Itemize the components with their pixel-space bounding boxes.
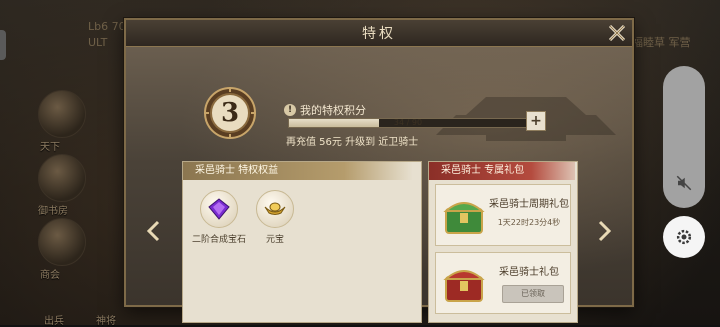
gift-name: 采邑骑士礼包 (499, 267, 559, 278)
mute-icon[interactable] (675, 174, 693, 192)
privilege-label: 元宝 (265, 235, 284, 245)
prev-arrow-button[interactable] (144, 219, 162, 243)
dialog-title: 特权 (362, 26, 396, 42)
gifts-panel: 采邑骑士 专属礼包 采邑骑士周期礼包 1天22时23分4秒 采邑骑士礼包 已领取 (428, 161, 578, 323)
privilege-label: 二阶合成宝石 (191, 235, 246, 245)
gifts-header: 采邑骑士 专属礼包 (429, 162, 575, 180)
points-label-text: 我的特权积分 (300, 104, 366, 117)
privilege-item[interactable]: 二阶合成宝石 (189, 190, 249, 245)
settings-button[interactable] (663, 216, 705, 258)
close-button[interactable] (604, 20, 630, 46)
bg-menu-label: 御书房 (38, 206, 68, 217)
chevron-right-icon (598, 220, 612, 242)
gift-name: 采邑骑士周期礼包 (489, 199, 569, 210)
bg-left-menu: 天下 御书房 商会 (0, 30, 95, 325)
privilege-points-label[interactable]: ! 我的特权积分 (284, 102, 366, 118)
privilege-dialog: 特权 3 ! 我的特权积分 34 / 90 + 再充值 56元 升级到 近卫骑士… (124, 18, 634, 323)
bg-menu-icon[interactable] (38, 218, 86, 266)
privileges-header: 采邑骑士 特权权益 (183, 162, 413, 180)
dialog-header: 特权 (126, 20, 632, 47)
chevron-left-icon (146, 220, 160, 242)
volume-slider[interactable] (663, 66, 705, 208)
info-icon[interactable]: ! (284, 104, 296, 116)
palace-silhouette (436, 97, 616, 141)
recharge-plus-button[interactable]: + (526, 111, 546, 131)
gift-card[interactable]: 采邑骑士周期礼包 1天22时23分4秒 (435, 184, 571, 246)
dialog-body: 3 ! 我的特权积分 34 / 90 + 再充值 56元 升级到 近卫骑士 采邑… (126, 47, 632, 323)
bg-menu-label: 天下 (40, 142, 60, 153)
bg-menu-icon[interactable] (38, 90, 86, 138)
claimed-button[interactable]: 已领取 (502, 285, 564, 303)
vip-level-number: 3 (220, 98, 240, 128)
privilege-item[interactable]: 元宝 (245, 190, 305, 245)
points-progress-text: 34 / 90 (393, 118, 423, 127)
green-chest-icon (443, 202, 485, 234)
purple-gem-icon (200, 190, 238, 228)
bg-menu-label: 商会 (40, 270, 60, 281)
gift-card[interactable]: 采邑骑士礼包 已领取 (435, 252, 571, 314)
gift-timer: 1天22时23分4秒 (497, 218, 561, 227)
close-icon (608, 24, 626, 42)
bg-top-right-text: 福睦草 军营 (632, 36, 691, 49)
gear-icon (676, 229, 692, 245)
privileges-panel: 采邑骑士 特权权益 二阶合成宝石 元宝 (182, 161, 422, 323)
upgrade-hint-text: 再充值 56元 升级到 近卫骑士 (286, 137, 419, 148)
points-progress-bar: 34 / 90 (288, 118, 528, 128)
red-chest-icon (443, 270, 485, 302)
bg-menu-icon[interactable] (38, 154, 86, 202)
vip-level-badge: 3 (204, 87, 256, 139)
gold-ingot-icon (256, 190, 294, 228)
next-arrow-button[interactable] (596, 219, 614, 243)
